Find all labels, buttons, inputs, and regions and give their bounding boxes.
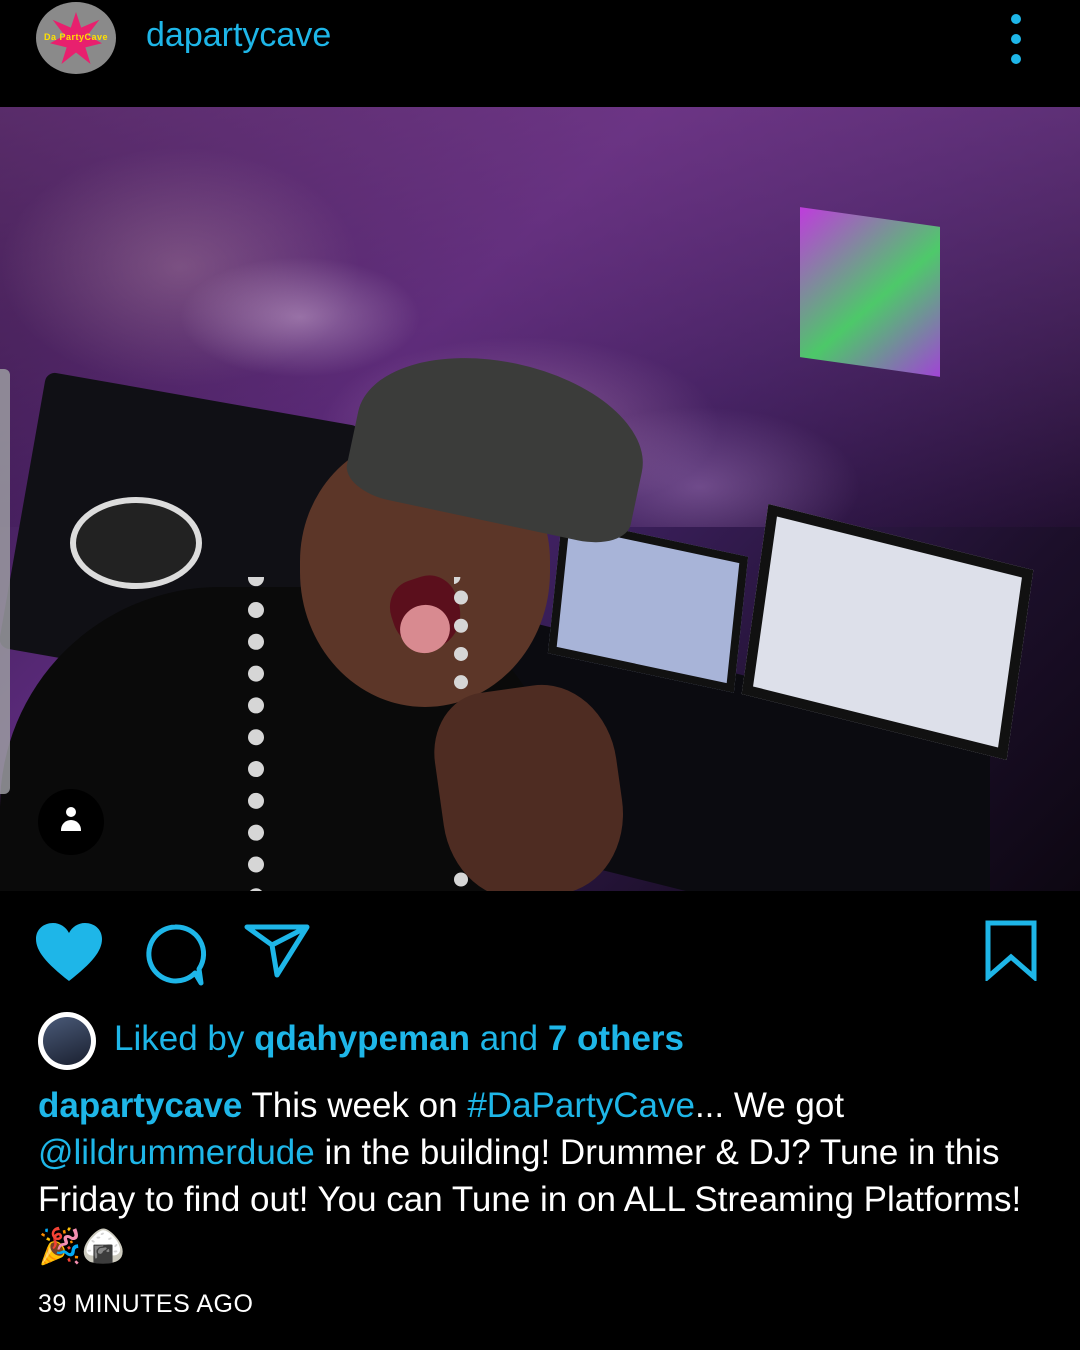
user-tag-icon[interactable]: [38, 789, 104, 855]
liked-by-middle: and: [469, 1019, 548, 1058]
caption-hashtag[interactable]: #DaPartyCave: [467, 1086, 695, 1125]
liked-by-user[interactable]: qdahypeman: [254, 1019, 470, 1058]
liker-avatar[interactable]: [38, 1012, 96, 1070]
liked-by-others[interactable]: 7 others: [548, 1019, 684, 1058]
post-timestamp: 39 MINUTES AGO: [38, 1290, 254, 1318]
post-caption: dapartycave This week on #DaPartyCave...…: [38, 1082, 1048, 1270]
avatar-logo-text: Da PartyCave: [43, 32, 109, 42]
comment-icon[interactable]: [143, 923, 207, 987]
action-bar: [0, 891, 1080, 1001]
bookmark-icon[interactable]: [984, 919, 1038, 981]
send-icon[interactable]: [244, 923, 310, 979]
more-options-icon[interactable]: [1004, 14, 1028, 64]
caption-text-1: This week on: [242, 1086, 468, 1125]
silver-chain: [248, 577, 468, 891]
post-photo[interactable]: [0, 107, 1080, 891]
heart-icon[interactable]: [36, 923, 102, 983]
profile-avatar[interactable]: Da PartyCave: [36, 2, 116, 74]
side-drawer-handle[interactable]: [0, 369, 10, 794]
post-username[interactable]: dapartycave: [146, 16, 331, 55]
video-wall: [800, 207, 940, 377]
turntable-platter: [70, 497, 202, 589]
liked-by-line[interactable]: Liked by qdahypeman and 7 others: [114, 1019, 684, 1059]
post-header: Da PartyCave dapartycave: [0, 0, 1080, 107]
caption-text-2: ... We got: [694, 1086, 845, 1125]
caption-username[interactable]: dapartycave: [38, 1086, 242, 1125]
liked-by-prefix: Liked by: [114, 1019, 255, 1058]
caption-mention[interactable]: @lildrummerdude: [38, 1133, 315, 1172]
